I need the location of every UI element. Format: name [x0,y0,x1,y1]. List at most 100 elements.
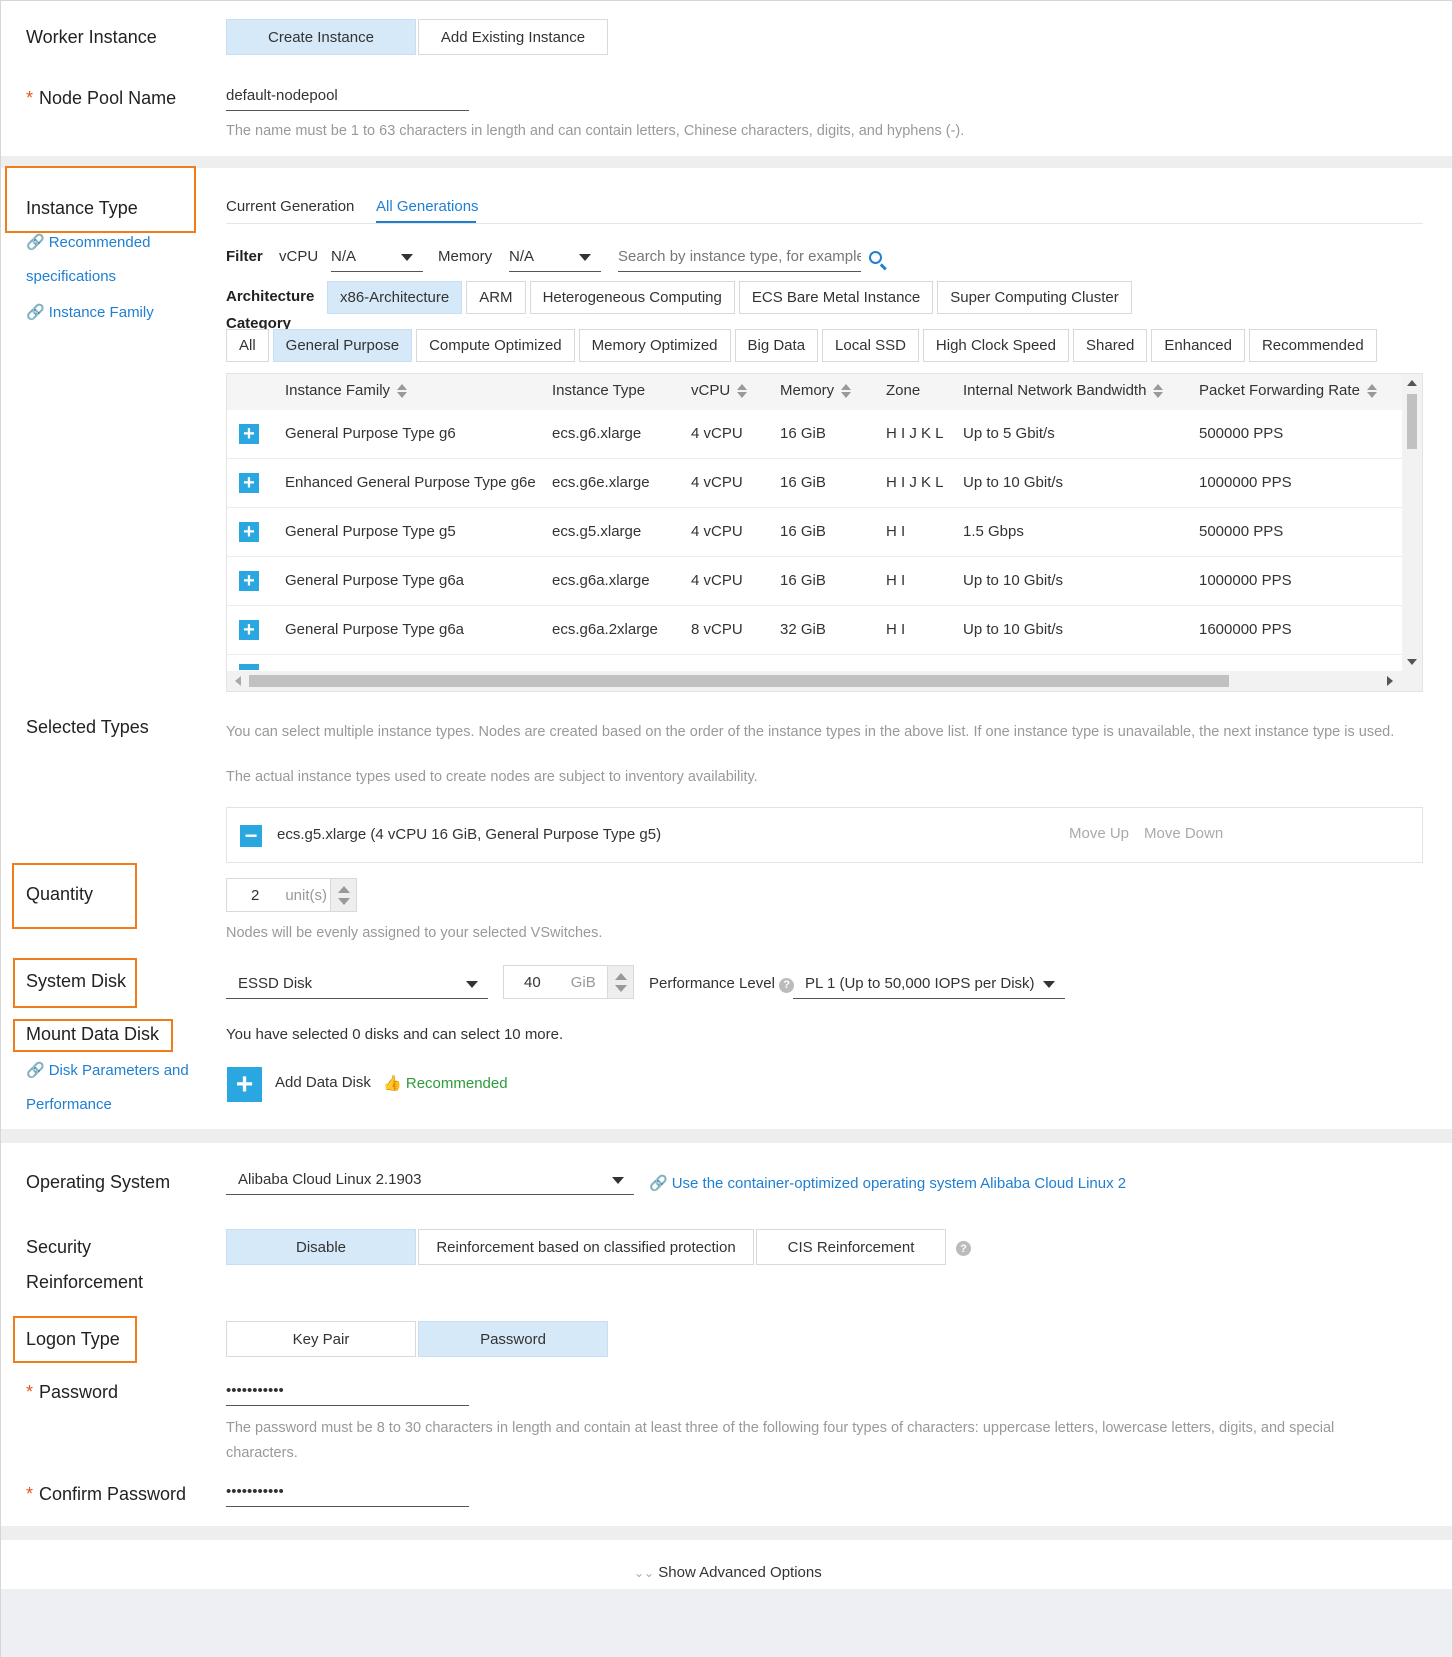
scroll-right-icon[interactable] [1387,676,1393,686]
add-type-button[interactable]: + [239,620,259,640]
node-pool-name-input[interactable]: default-nodepool [226,87,469,111]
quantity-stepper[interactable]: 2 unit(s) [226,878,357,912]
category-local-ssd[interactable]: Local SSD [822,329,919,362]
table-row[interactable]: + General Purpose Type g6a ecs.g6a.2xlar… [227,606,1403,655]
password-hint: The password must be 8 to 30 characters … [226,1420,1335,1436]
scroll-down-icon[interactable] [1407,659,1417,665]
partial-row-button [239,664,259,670]
performance-link[interactable]: Performance [26,1096,112,1113]
memory-filter-select[interactable]: N/A [509,248,601,272]
increment-icon[interactable] [338,886,350,893]
arch-bare-metal[interactable]: ECS Bare Metal Instance [738,281,934,314]
horizontal-scroll-thumb[interactable] [249,675,1229,687]
remove-type-button[interactable]: − [240,825,262,847]
arch-heterogeneous[interactable]: Heterogeneous Computing [529,281,735,314]
add-type-button[interactable]: + [239,424,259,444]
category-high-clock-speed[interactable]: High Clock Speed [922,329,1069,362]
add-type-button[interactable]: + [239,522,259,542]
scroll-left-icon[interactable] [235,676,241,686]
table-row[interactable]: + General Purpose Type g5 ecs.g5.xlarge … [227,508,1403,557]
security-disable-button[interactable]: Disable [226,1229,416,1265]
table-row[interactable]: + General Purpose Type g6a ecs.g6a.xlarg… [227,557,1403,606]
key-pair-button[interactable]: Key Pair [226,1321,416,1357]
header-bandwidth[interactable]: Internal Network Bandwidth [963,382,1164,399]
category-big-data[interactable]: Big Data [734,329,819,362]
arch-arm[interactable]: ARM [466,281,526,314]
table-vertical-scrollbar[interactable] [1402,374,1422,672]
category-recommended[interactable]: Recommended [1248,329,1377,362]
system-disk-type-value: ESSD Disk [238,975,313,992]
add-type-button[interactable]: + [239,571,259,591]
move-down-button[interactable]: Move Down [1144,825,1223,842]
header-vcpu[interactable]: vCPU [691,382,748,399]
header-memory[interactable]: Memory [780,382,852,399]
performance-level-select[interactable]: PL 1 (Up to 50,000 IOPS per Disk) [793,975,1065,999]
category-enhanced[interactable]: Enhanced [1151,329,1245,362]
sort-icon [1153,384,1164,399]
category-general-purpose[interactable]: General Purpose [272,329,413,362]
container-os-link[interactable]: 🔗 Use the container-optimized operating s… [649,1174,1126,1192]
show-advanced-options-button[interactable]: ⌄⌄ Show Advanced Options [634,1564,822,1581]
header-instance-family[interactable]: Instance Family [285,382,408,399]
arch-super-computing[interactable]: Super Computing Cluster [937,281,1132,314]
table-row[interactable]: + General Purpose Type g6 ecs.g6.xlarge … [227,410,1403,459]
decrement-icon[interactable] [338,898,350,905]
tab-current-generation[interactable]: Current Generation [226,198,354,215]
table-row[interactable]: + Enhanced General Purpose Type g6e ecs.… [227,459,1403,508]
instance-family-link[interactable]: 🔗 Instance Family [26,303,154,321]
sort-icon [1366,384,1377,399]
cell-memory: 16 GiB [780,425,826,442]
performance-level-text: Performance Level [649,975,775,992]
confirm-password-input[interactable]: ••••••••••• [226,1483,469,1507]
move-up-button[interactable]: Move Up [1069,825,1129,842]
system-disk-spin[interactable] [607,966,633,998]
node-pool-name-label: * Node Pool Name [26,88,176,109]
create-instance-button[interactable]: Create Instance [226,19,416,55]
disk-parameters-link[interactable]: 🔗 Disk Parameters and [26,1061,189,1079]
add-existing-instance-button[interactable]: Add Existing Instance [418,19,608,55]
instance-search-input[interactable]: Search by instance type, for example, [618,248,861,272]
password-button[interactable]: Password [418,1321,608,1357]
header-zone: Zone [886,382,921,399]
header-pps[interactable]: Packet Forwarding Rate [1199,382,1377,399]
specifications-link[interactable]: specifications [26,268,116,285]
add-type-button[interactable]: + [239,473,259,493]
tab-all-generations[interactable]: All Generations [376,198,479,215]
add-data-disk-button[interactable]: + [227,1067,262,1102]
thumbs-up-icon: 👍 [383,1075,402,1092]
scroll-up-icon[interactable] [1407,380,1417,386]
password-input[interactable]: ••••••••••• [226,1382,469,1406]
cell-instance-type: ecs.g5.xlarge [552,523,642,540]
system-disk-size-stepper[interactable]: 40 GiB [503,965,634,999]
cell-instance-family: General Purpose Type g6 [285,425,456,442]
password-hint-cont: characters. [226,1445,298,1461]
operating-system-select[interactable]: Alibaba Cloud Linux 2.1903 [226,1171,634,1195]
help-icon[interactable]: ? [779,977,795,993]
arch-x86[interactable]: x86-Architecture [327,281,463,314]
security-cis-button[interactable]: CIS Reinforcement [756,1229,946,1265]
category-all[interactable]: All [226,329,269,362]
recommended-specs-link[interactable]: 🔗 Recommended [26,233,150,251]
increment-icon[interactable] [615,973,627,980]
add-data-disk-label[interactable]: Add Data Disk [275,1074,371,1091]
cell-instance-type: ecs.g6.xlarge [552,425,642,442]
link-icon: 🔗 [26,304,45,321]
security-classified-button[interactable]: Reinforcement based on classified protec… [418,1229,754,1265]
worker-instance-label: Worker Instance [26,27,157,47]
architecture-label: Architecture [226,288,315,305]
cell-instance-family: Enhanced General Purpose Type g6e [285,474,536,491]
vcpu-filter-select[interactable]: N/A [331,248,423,272]
category-memory-optimized[interactable]: Memory Optimized [578,329,731,362]
decrement-icon[interactable] [615,985,627,992]
vertical-scroll-thumb[interactable] [1407,394,1417,449]
cell-instance-family: General Purpose Type g5 [285,523,456,540]
search-icon[interactable] [869,251,882,264]
system-disk-type-select[interactable]: ESSD Disk [226,975,488,999]
table-horizontal-scrollbar[interactable] [227,671,1422,691]
category-shared[interactable]: Shared [1073,329,1148,362]
security-reinforcement-toggle: Disable Reinforcement based on classifie… [226,1229,948,1265]
quantity-spin[interactable] [330,879,356,911]
help-icon[interactable]: ? [956,1241,971,1256]
category-compute-optimized[interactable]: Compute Optimized [416,329,575,362]
performance-level-label: Performance Level ? [649,975,795,993]
